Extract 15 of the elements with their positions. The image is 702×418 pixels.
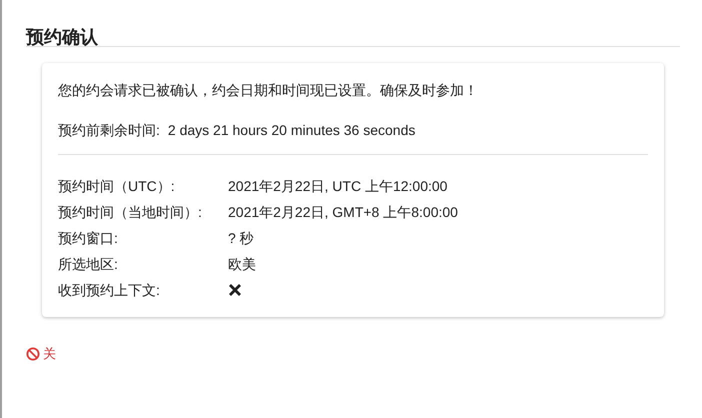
countdown-value: 2 days 21 hours 20 minutes 36 seconds <box>168 121 416 140</box>
countdown-label: 预约前剩余时间: <box>58 121 160 140</box>
detail-label: 所选地区: <box>58 255 119 274</box>
detail-value: 2021年2月22日, UTC 上午12:00:00 <box>228 177 448 196</box>
detail-label: 预约窗口: <box>58 229 119 248</box>
dialog-title: 预约确认 <box>24 26 99 46</box>
confirmation-message: 您的约会请求已被确认，约会日期和时间现已设置。确保及时参加！ <box>58 81 478 100</box>
prohibited-icon <box>26 347 40 361</box>
close-button[interactable]: 关 <box>26 341 56 367</box>
detail-value: ? 秒 <box>228 229 254 248</box>
detail-value: 2021年2月22日, GMT+8 上午8:00:00 <box>228 203 458 222</box>
detail-value: 欧美 <box>228 255 256 274</box>
detail-label: 预约时间（UTC）: <box>58 177 176 196</box>
detail-label: 收到预约上下文: <box>58 281 161 300</box>
detail-label: 预约时间（当地时间）: <box>58 203 203 222</box>
